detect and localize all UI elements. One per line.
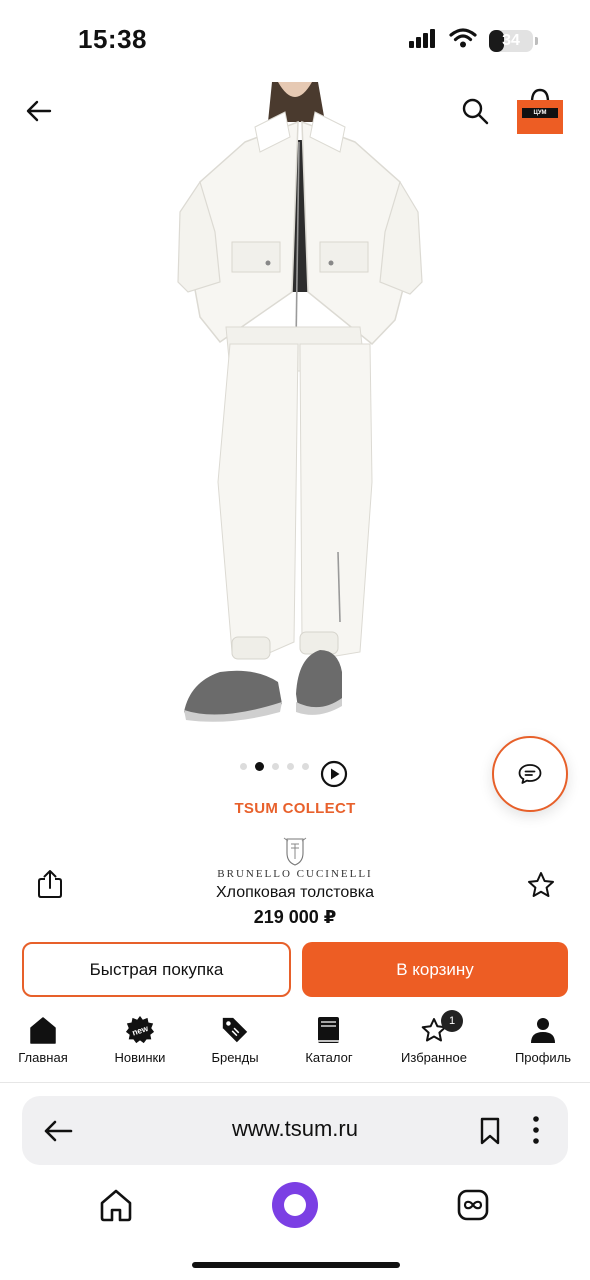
bookmark-icon <box>480 1117 500 1145</box>
play-icon <box>320 760 348 788</box>
brand-crest-logo <box>283 837 307 866</box>
tab-home[interactable]: Главная <box>13 1014 73 1078</box>
carousel-dots[interactable] <box>240 762 309 771</box>
tab-label: Главная <box>18 1050 68 1065</box>
product-title: Хлопковая толстовка <box>216 884 374 901</box>
product-image[interactable] <box>160 82 440 732</box>
tab-label: Избранное <box>401 1050 467 1065</box>
tabs-icon <box>457 1189 489 1221</box>
tab-brands[interactable]: Бренды <box>206 1014 264 1078</box>
alice-icon <box>284 1194 306 1216</box>
signal-icon <box>409 28 437 53</box>
battery-icon: 34 <box>489 29 533 52</box>
carousel-dot-active[interactable] <box>255 762 264 771</box>
divider <box>0 1082 590 1083</box>
product-price: 219 000 ₽ <box>253 907 337 927</box>
share-button[interactable] <box>34 868 66 900</box>
app-tab-bar: Главная new Новинки Бренды Каталог 1 Изб… <box>0 1010 590 1078</box>
home-indicator[interactable] <box>192 1262 400 1268</box>
battery-cap <box>535 36 538 45</box>
quick-buy-button[interactable]: Быстрая покупка <box>22 942 291 997</box>
home-outline-icon <box>100 1189 132 1222</box>
person-icon <box>528 1014 558 1046</box>
more-menu-button[interactable] <box>530 1114 542 1146</box>
star-outline-icon <box>528 872 554 897</box>
wifi-icon <box>449 28 477 53</box>
carousel-dot[interactable] <box>240 763 247 770</box>
back-button[interactable] <box>24 96 54 126</box>
tab-favorites[interactable]: 1 Избранное <box>394 1010 474 1078</box>
share-icon <box>38 870 62 898</box>
more-vertical-icon <box>533 1116 539 1144</box>
star-outline-icon: 1 <box>419 1010 463 1046</box>
browser-tabs-button[interactable] <box>456 1188 490 1222</box>
home-icon <box>28 1014 58 1046</box>
arrow-left-icon <box>26 100 52 122</box>
carousel-dot[interactable] <box>302 763 309 770</box>
browser-home-button[interactable] <box>98 1187 134 1223</box>
cart-button[interactable]: ЦУМ <box>514 86 566 136</box>
battery-indicator: 34 <box>489 29 538 52</box>
tab-label: Профиль <box>514 1050 572 1065</box>
favorites-count-badge: 1 <box>441 1010 463 1032</box>
alice-assistant-button[interactable] <box>272 1182 318 1228</box>
status-time: 15:38 <box>78 24 147 54</box>
tab-label: Новинки <box>114 1050 166 1065</box>
tab-new[interactable]: new Новинки <box>108 1014 172 1078</box>
status-bar: 15:38 34 <box>0 0 590 80</box>
battery-percent: 34 <box>502 31 520 49</box>
tab-label: Бренды <box>211 1050 259 1065</box>
status-icons: 34 <box>409 28 538 53</box>
tab-label: Каталог <box>305 1050 353 1065</box>
tab-profile[interactable]: Профиль <box>510 1014 576 1078</box>
search-button[interactable] <box>460 96 490 126</box>
collection-label[interactable]: TSUM COLLECT <box>0 800 590 817</box>
tag-icon <box>220 1014 250 1046</box>
catalog-book-icon <box>314 1014 344 1046</box>
carousel-dot[interactable] <box>272 763 279 770</box>
carousel-dot[interactable] <box>287 763 294 770</box>
cart-logo-text: ЦУМ <box>522 108 558 118</box>
chat-bubble-icon <box>518 764 542 784</box>
tab-catalog[interactable]: Каталог <box>298 1014 360 1078</box>
new-icon: new <box>125 1014 155 1046</box>
add-to-cart-button[interactable]: В корзину <box>302 942 568 997</box>
brand-name[interactable]: BRUNELLO CUCINELLI <box>0 868 590 880</box>
video-play-button[interactable] <box>320 760 348 788</box>
add-to-favorites-button[interactable] <box>526 870 556 900</box>
search-icon <box>462 98 489 125</box>
bookmark-button[interactable] <box>478 1116 502 1146</box>
browser-url-bar[interactable]: www.tsum.ru <box>22 1096 568 1165</box>
